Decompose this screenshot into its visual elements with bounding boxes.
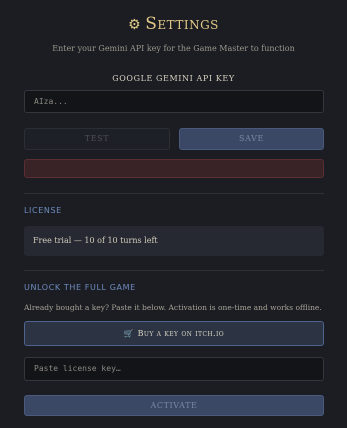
unlock-section-label: UNLOCK THE FULL GAME <box>24 283 136 292</box>
gear-icon: ⚙ <box>128 17 142 33</box>
api-key-label: GOOGLE GEMINI API KEY <box>112 74 235 83</box>
buy-key-label: Buy a key on itch.io <box>137 329 225 338</box>
activate-button[interactable]: ACTIVATE <box>24 395 324 416</box>
license-key-input[interactable]: Paste license key… <box>24 357 324 381</box>
page-subtitle: Enter your Gemini API key for the Game M… <box>52 44 295 53</box>
divider <box>24 270 324 271</box>
unlock-info-text: Already bought a key? Paste it below. Ac… <box>24 303 322 312</box>
page-title-text: Settings <box>145 14 219 34</box>
status-message-box <box>24 159 324 178</box>
buy-key-button[interactable]: 🛒 Buy a key on itch.io <box>24 321 324 346</box>
license-section-label: LICENSE <box>24 206 62 215</box>
divider <box>24 193 324 194</box>
cart-icon: 🛒 <box>123 329 135 338</box>
api-key-input[interactable]: AIza... <box>24 90 324 113</box>
test-button[interactable]: TEST <box>24 128 170 150</box>
license-status: Free trial — 10 of 10 turns left <box>24 226 324 256</box>
save-button[interactable]: SAVE <box>179 128 324 150</box>
page-title: ⚙ Settings <box>0 14 347 34</box>
